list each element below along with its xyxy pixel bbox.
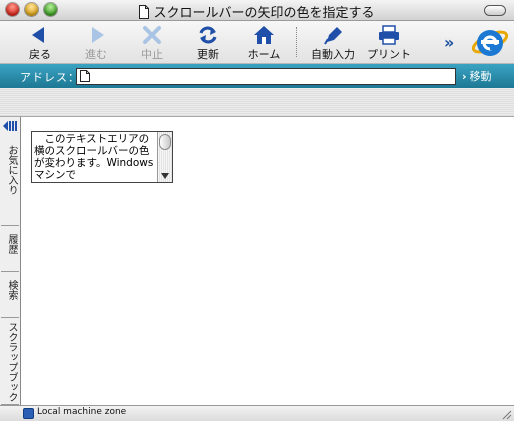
- back-button[interactable]: 戻る: [18, 23, 62, 61]
- printer-icon: [379, 25, 399, 45]
- favorites-bar: [0, 88, 514, 117]
- zone-icon: [23, 408, 34, 419]
- toolbar: 戻る 進む 中止 更新 ホーム 自動入力 プリント »: [0, 21, 514, 64]
- textarea-vertical-scrollbar[interactable]: [157, 132, 172, 182]
- address-input[interactable]: [76, 68, 456, 85]
- home-button[interactable]: ホーム: [242, 23, 286, 61]
- toolbar-toggle-button[interactable]: [484, 5, 506, 16]
- toolbar-overflow-button[interactable]: »: [444, 33, 454, 52]
- back-arrow-icon: [32, 27, 44, 43]
- resize-grip-icon[interactable]: [501, 409, 512, 420]
- forward-button-label: 進む: [85, 48, 107, 61]
- textarea-text: このテキストエリアの横のスクロールバーの色が変わります。Windowsマシンで: [34, 133, 154, 181]
- address-bar: アドレス： › 移動: [0, 64, 514, 88]
- go-button[interactable]: › 移動: [462, 68, 492, 84]
- scroll-down-arrow-icon[interactable]: [161, 173, 169, 179]
- go-button-label: 移動: [469, 70, 492, 83]
- window-title: スクロールバーの矢印の色を指定する: [153, 6, 375, 21]
- forward-button[interactable]: 進む: [74, 23, 118, 61]
- document-icon: [139, 5, 150, 19]
- sidebar-tab-favorites-label: お気に入り: [6, 145, 17, 195]
- refresh-icon: [199, 26, 217, 44]
- status-bar: Local machine zone: [0, 405, 514, 421]
- forward-arrow-icon: [92, 27, 104, 43]
- scrollbar-thumb[interactable]: [159, 134, 171, 150]
- home-button-label: ホーム: [247, 48, 281, 61]
- sidebar-tab-search[interactable]: 検索: [1, 272, 19, 318]
- sidebar-tab-scrapbook-label: スクラップブック: [6, 322, 17, 402]
- refresh-button[interactable]: 更新: [186, 23, 230, 61]
- print-button[interactable]: プリント: [364, 23, 414, 61]
- sidebar-tab-search-label: 検索: [6, 280, 17, 300]
- title-bar: スクロールバーの矢印の色を指定する: [0, 0, 514, 21]
- sidebar-tab-history[interactable]: 履歴: [1, 226, 19, 272]
- stop-button[interactable]: 中止: [130, 23, 174, 61]
- page-icon: [80, 70, 90, 82]
- print-button-label: プリント: [367, 48, 411, 61]
- explorer-sidebar: お気に入り 履歴 検索 スクラップブック: [0, 117, 21, 405]
- sidebar-tab-favorites[interactable]: お気に入り: [1, 139, 19, 226]
- page-content: このテキストエリアの横のスクロールバーの色が変わります。Windowsマシンで: [21, 117, 514, 405]
- internet-explorer-logo-icon: [471, 30, 509, 56]
- go-arrow-icon: ›: [462, 70, 467, 83]
- home-icon: [254, 26, 274, 44]
- sidebar-tab-history-label: 履歴: [6, 234, 17, 254]
- stop-button-label: 中止: [141, 48, 163, 61]
- autofill-button[interactable]: 自動入力: [308, 23, 358, 61]
- sample-textarea[interactable]: このテキストエリアの横のスクロールバーの色が変わります。Windowsマシンで: [31, 131, 173, 183]
- stop-x-icon: [143, 26, 161, 44]
- toolbar-separator: [296, 27, 297, 57]
- refresh-button-label: 更新: [197, 48, 219, 61]
- address-label: アドレス：: [20, 71, 80, 84]
- sidebar-tab-scrapbook[interactable]: スクラップブック: [1, 318, 19, 405]
- back-button-label: 戻る: [29, 48, 51, 61]
- autofill-pen-icon: [324, 27, 342, 45]
- sidebar-toggle-icon[interactable]: [3, 120, 17, 132]
- security-zone-text: Local machine zone: [37, 407, 127, 417]
- autofill-button-label: 自動入力: [311, 48, 355, 61]
